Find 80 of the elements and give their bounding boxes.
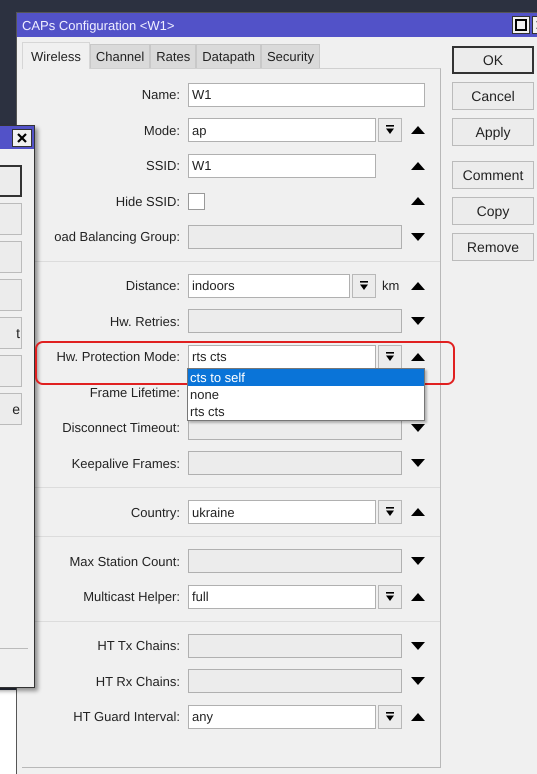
combo-field[interactable]: any — [188, 704, 376, 729]
dropdown-icon — [385, 125, 395, 136]
field-label: SSID: — [145, 158, 180, 174]
combo-field[interactable]: ap — [188, 118, 376, 142]
field-label: Country: — [130, 504, 180, 520]
maximize-icon[interactable] — [512, 16, 530, 34]
field-label: Keepalive Frames: — [70, 456, 180, 471]
combo-field[interactable]: full — [188, 584, 376, 609]
empty-field[interactable] — [188, 224, 402, 249]
dropdown-button[interactable] — [378, 704, 402, 729]
field-label: Multicast Helper: — [82, 589, 180, 604]
checkbox[interactable] — [188, 192, 205, 210]
field-label: Disconnect Timeout: — [61, 420, 180, 436]
dropdown-option[interactable]: rts cts — [188, 402, 424, 420]
dialog-button[interactable]: Copy — [452, 197, 534, 225]
text-field[interactable]: W1 — [188, 154, 376, 178]
field-label: HT Tx Chains: — [96, 638, 180, 654]
dialog-button[interactable]: OK — [452, 46, 534, 74]
combo-field[interactable]: ukraine — [188, 500, 376, 524]
dropdown-icon — [385, 712, 395, 722]
field-label: Frame Lifetime: — [88, 384, 180, 400]
collapse-icon[interactable] — [411, 197, 425, 206]
window-button[interactable] — [0, 165, 22, 197]
field-label: oad Balancing Group: — [53, 229, 180, 244]
empty-field[interactable] — [188, 309, 402, 334]
tab[interactable]: Datapath — [196, 44, 262, 68]
field-label: Hide SSID: — [114, 194, 180, 209]
expand-icon[interactable] — [411, 642, 425, 650]
dropdown-option[interactable]: none — [188, 386, 424, 403]
collapse-icon[interactable] — [411, 282, 425, 290]
expand-icon[interactable] — [411, 424, 425, 432]
dialog-button[interactable]: Cancel — [452, 82, 534, 110]
dropdown-option[interactable]: cts to self — [188, 368, 424, 386]
dropdown-button[interactable] — [378, 344, 402, 369]
window-button[interactable]: e — [0, 393, 22, 425]
field-label: Name: — [140, 87, 180, 102]
collapse-icon[interactable] — [411, 162, 425, 170]
expand-icon[interactable] — [411, 677, 425, 686]
collapse-icon[interactable] — [411, 126, 425, 134]
tab[interactable]: Security — [261, 44, 320, 68]
dropdown-button[interactable] — [378, 584, 402, 609]
dropdown-icon — [385, 352, 395, 362]
dropdown-icon — [385, 592, 395, 602]
collapse-icon[interactable] — [411, 712, 425, 721]
tab[interactable]: Channel — [90, 44, 150, 68]
dialog-button[interactable]: Apply — [452, 118, 534, 146]
combo-field[interactable]: indoors — [188, 274, 350, 298]
window-button[interactable]: t — [0, 317, 22, 349]
window-title: CAPs Configuration <W1> — [22, 18, 176, 32]
field-label: Max Station Count: — [68, 554, 180, 569]
tab[interactable]: Rates — [150, 44, 196, 68]
dialog-button[interactable]: Remove — [452, 233, 534, 261]
combo-field[interactable]: rts cts — [188, 344, 376, 369]
field-label: Mode: — [142, 122, 180, 138]
dropdown-button[interactable] — [378, 500, 402, 524]
unit-label: km — [382, 278, 400, 294]
field-label: Distance: — [124, 278, 180, 294]
collapse-icon[interactable] — [411, 508, 425, 516]
empty-field[interactable] — [188, 634, 402, 658]
close-icon[interactable] — [12, 128, 32, 146]
expand-icon[interactable] — [411, 557, 425, 566]
empty-field[interactable] — [188, 669, 402, 694]
dropdown-button[interactable] — [378, 118, 402, 142]
field-label: HT Guard Interval: — [72, 709, 180, 724]
dropdown-icon — [385, 507, 395, 518]
text-field[interactable]: W1 — [188, 82, 425, 107]
field-label: HT Rx Chains: — [94, 674, 180, 689]
collapse-icon[interactable] — [411, 592, 425, 601]
field-label: Hw. Protection Mode: — [55, 349, 180, 364]
empty-field[interactable] — [188, 549, 402, 574]
dropdown-button[interactable] — [352, 274, 376, 298]
collapse-icon[interactable] — [411, 352, 425, 361]
expand-icon[interactable] — [411, 459, 425, 468]
expand-icon[interactable] — [411, 317, 425, 326]
empty-field[interactable] — [188, 451, 402, 476]
dialog-button[interactable]: Comment — [452, 161, 534, 189]
field-label: Hw. Retries: — [108, 314, 180, 329]
dropdown-icon — [359, 280, 369, 291]
tab[interactable]: Wireless — [22, 42, 90, 69]
expand-icon[interactable] — [411, 232, 425, 241]
